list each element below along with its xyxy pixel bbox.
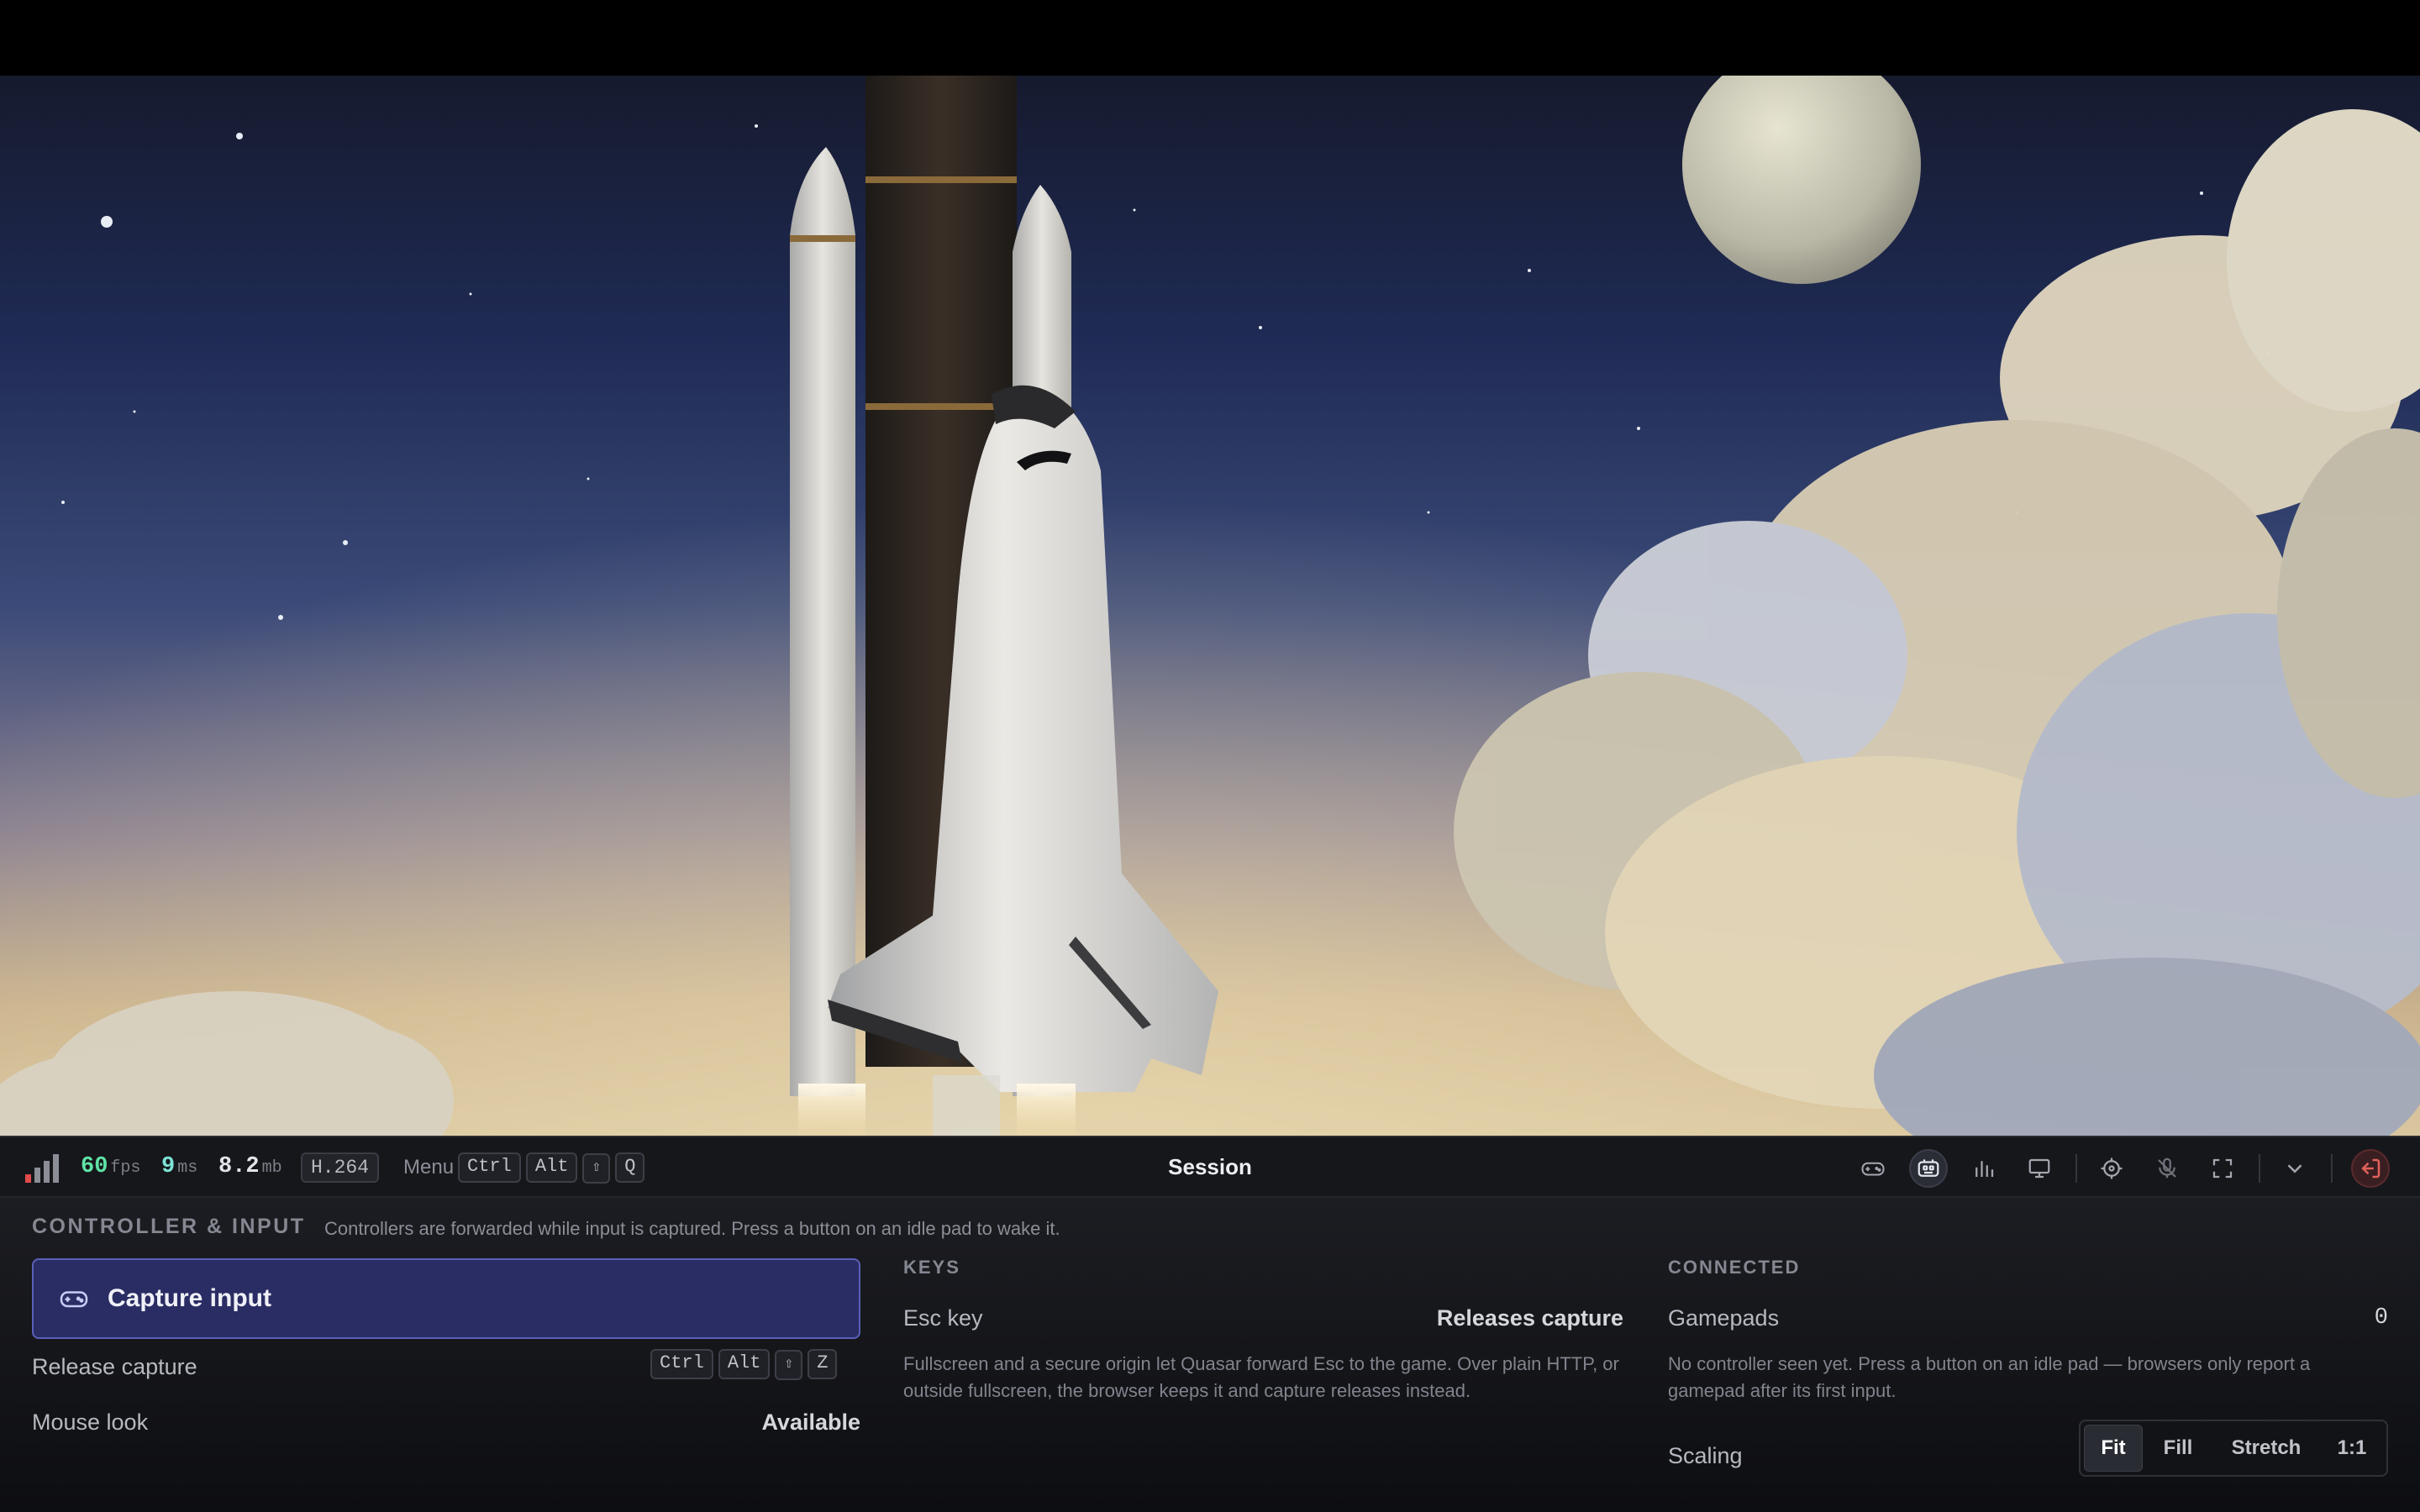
scaling-segmented-control: Fit Fill Stretch 1:1 — [2079, 1420, 2388, 1477]
latency-value: 9 — [161, 1154, 176, 1179]
exit-icon — [2361, 1158, 2381, 1179]
stream-scene-illustration — [0, 76, 2420, 1136]
keys-heading: KEYS — [903, 1257, 960, 1278]
gamepad-button[interactable] — [1854, 1149, 1892, 1188]
latency-unit: ms — [177, 1158, 198, 1178]
microphone-button[interactable] — [2148, 1149, 2186, 1188]
session-toolbar: 60 fps 9 ms 8.2 mb H.264 Menu Ctrl Alt ⇧ Q Ses… — [0, 1136, 2420, 1198]
kbd-ctrl: Ctrl — [650, 1349, 713, 1379]
menu-shortcut-keys: Ctrl Alt ⇧ Q — [458, 1152, 650, 1184]
capture-input-button[interactable]: Capture input — [32, 1258, 860, 1339]
toolbar-divider — [2331, 1154, 2333, 1183]
codec-badge: H.264 — [301, 1152, 380, 1183]
kbd-q: Q — [615, 1152, 645, 1183]
panel-heading: CONTROLLER & INPUT — [32, 1215, 306, 1238]
kbd-shift: ⇧ — [775, 1350, 803, 1380]
release-capture-keys: Ctrl Alt ⇧ Z — [650, 1349, 838, 1380]
stats-button[interactable] — [1965, 1149, 2003, 1188]
latency-stat: 9 ms — [161, 1154, 197, 1179]
signal-strength-icon — [25, 1154, 59, 1183]
esc-key-value: Releases capture — [1436, 1305, 1623, 1331]
kbd-alt: Alt — [525, 1152, 578, 1183]
gamepads-count: 0 — [2374, 1305, 2388, 1331]
toolbar-divider — [2075, 1154, 2077, 1183]
bitrate-unit: mb — [261, 1158, 282, 1178]
input-capture-button[interactable] — [1909, 1149, 1948, 1188]
fullscreen-icon — [2212, 1158, 2233, 1179]
keyboard-mouse-icon — [1918, 1159, 1939, 1177]
scaling-option-fill[interactable]: Fill — [2144, 1425, 2212, 1472]
fps-unit: fps — [110, 1158, 141, 1178]
kbd-ctrl: Ctrl — [458, 1152, 521, 1183]
connected-help-text: No controller seen yet. Press a button o… — [1668, 1353, 2311, 1401]
scaling-label: Scaling — [1668, 1443, 1743, 1468]
mouse-look-value: Available — [761, 1410, 860, 1435]
scaling-option-stretch[interactable]: Stretch — [2212, 1425, 2321, 1472]
gamepad-icon — [60, 1291, 88, 1308]
bitrate-value: 8.2 — [218, 1154, 260, 1179]
scaling-option-fit[interactable]: Fit — [2084, 1425, 2143, 1472]
connected-heading: CONNECTED — [1668, 1257, 1801, 1278]
display-icon — [2028, 1158, 2050, 1179]
top-black-bar — [0, 0, 2420, 76]
mic-off-icon — [2158, 1158, 2176, 1179]
exit-session-button[interactable] — [2351, 1149, 2390, 1188]
esc-key-label: Esc key — [903, 1305, 983, 1331]
toolbar-divider — [2259, 1154, 2260, 1183]
menu-shortcut-label: Menu — [403, 1156, 455, 1179]
fullscreen-button[interactable] — [2203, 1149, 2242, 1188]
gamepad-icon — [1861, 1162, 1885, 1176]
stream-video[interactable] — [0, 76, 2420, 1136]
fps-stat: 60 fps — [81, 1154, 140, 1179]
controller-input-panel: CONTROLLER & INPUT Controllers are forwa… — [0, 1198, 2420, 1512]
pointer-lock-button[interactable] — [2092, 1149, 2131, 1188]
panel-subheading: Controllers are forwarded while input is… — [324, 1218, 1060, 1239]
collapse-panel-button[interactable] — [2275, 1149, 2314, 1188]
mouse-look-label: Mouse look — [32, 1410, 149, 1435]
scaling-option-1-1[interactable]: 1:1 — [2321, 1425, 2383, 1472]
kbd-alt: Alt — [718, 1349, 771, 1379]
display-button[interactable] — [2020, 1149, 2059, 1188]
keys-help-text: Fullscreen and a secure origin let Quasa… — [903, 1353, 1619, 1401]
fps-value: 60 — [81, 1154, 108, 1179]
kbd-shift: ⇧ — [582, 1153, 611, 1184]
capture-input-label: Capture input — [108, 1284, 271, 1312]
kbd-z: Z — [808, 1349, 838, 1379]
stats-icon — [1975, 1161, 1994, 1177]
release-capture-label: Release capture — [32, 1354, 197, 1379]
chevron-down-icon — [2287, 1164, 2302, 1173]
session-title: Session — [1168, 1154, 1252, 1179]
gamepads-label: Gamepads — [1668, 1305, 1780, 1331]
bitrate-stat: 8.2 mb — [218, 1154, 282, 1179]
crosshair-icon — [2101, 1158, 2123, 1179]
